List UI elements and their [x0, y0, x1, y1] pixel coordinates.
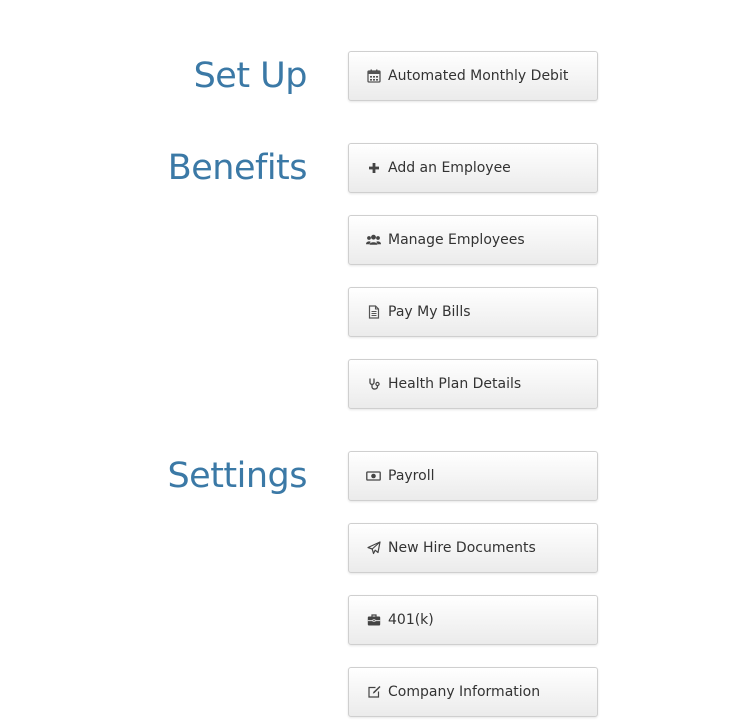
- company-information-button[interactable]: Company Information: [348, 667, 598, 717]
- health-plan-details-button[interactable]: Health Plan Details: [348, 359, 598, 409]
- button-label: Add an Employee: [388, 160, 511, 176]
- edit-icon: [366, 685, 381, 700]
- money-icon: [366, 469, 381, 484]
- button-label: Manage Employees: [388, 232, 525, 248]
- button-label: Company Information: [388, 684, 541, 700]
- add-employee-button[interactable]: Add an Employee: [348, 143, 598, 193]
- button-label: Automated Monthly Debit: [388, 68, 569, 84]
- button-label: Pay My Bills: [388, 304, 471, 320]
- document-icon: [366, 305, 381, 320]
- users-icon: [366, 233, 381, 248]
- new-hire-documents-button[interactable]: New Hire Documents: [348, 523, 598, 573]
- stethoscope-icon: [366, 377, 381, 392]
- button-label: Health Plan Details: [388, 376, 522, 392]
- briefcase-icon: [366, 613, 381, 628]
- button-label: New Hire Documents: [388, 540, 536, 556]
- plus-icon: [366, 161, 381, 176]
- 401k-button[interactable]: 401(k): [348, 595, 598, 645]
- section-title-benefits: Benefits: [167, 148, 308, 188]
- manage-employees-button[interactable]: Manage Employees: [348, 215, 598, 265]
- pay-my-bills-button[interactable]: Pay My Bills: [348, 287, 598, 337]
- payroll-button[interactable]: Payroll: [348, 451, 598, 501]
- button-label: 401(k): [388, 612, 434, 628]
- section-title-setup: Set Up: [193, 56, 308, 96]
- calendar-icon: [366, 69, 381, 84]
- button-label: Payroll: [388, 468, 435, 484]
- section-title-settings: Settings: [167, 456, 307, 496]
- paper-plane-icon: [366, 541, 381, 556]
- automated-monthly-debit-button[interactable]: Automated Monthly Debit: [348, 51, 598, 101]
